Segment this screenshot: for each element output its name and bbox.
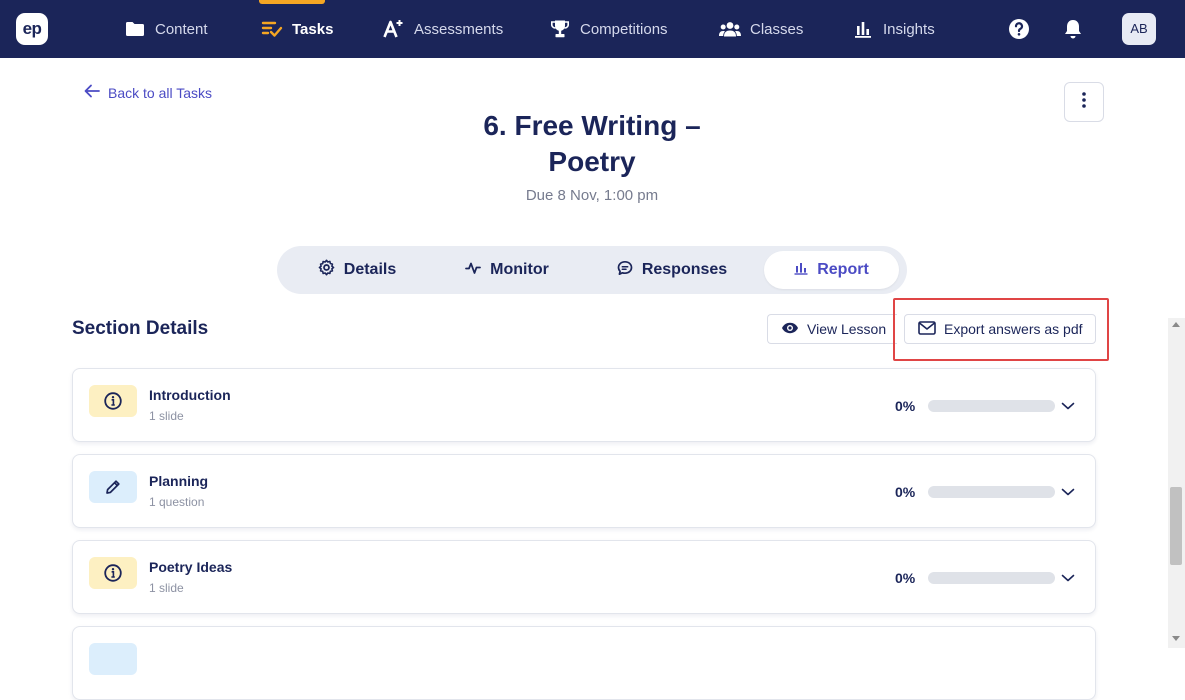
more-vertical-icon	[1082, 91, 1086, 113]
info-icon	[89, 385, 137, 417]
gear-icon	[318, 259, 335, 281]
chevron-down-icon[interactable]	[1059, 397, 1077, 415]
export-pdf-button[interactable]: Export answers as pdf	[904, 314, 1096, 344]
pulse-icon	[465, 261, 482, 280]
section-card-introduction[interactable]: Introduction 1 slide 0%	[72, 368, 1096, 442]
section-title: Section Details	[72, 318, 209, 339]
bell-icon[interactable]	[1060, 16, 1086, 42]
nav-item-insights[interactable]: Insights	[852, 0, 935, 58]
info-icon	[89, 557, 137, 589]
nav-item-label: Classes	[750, 20, 804, 38]
card-percent: 0%	[895, 484, 916, 500]
page-title-line-1: 6. Free Writing –	[483, 110, 701, 141]
nav-item-content[interactable]: Content	[124, 0, 208, 58]
a-plus-icon	[383, 18, 405, 40]
avatar[interactable]: AB	[1122, 13, 1156, 45]
scroll-down-arrow-icon[interactable]	[1172, 636, 1180, 641]
export-pdf-label: Export answers as pdf	[944, 321, 1083, 337]
tab-label: Monitor	[490, 261, 549, 278]
pencil-icon	[89, 471, 137, 503]
tab-monitor[interactable]: Monitor	[447, 251, 567, 289]
view-lesson-label: View Lesson	[807, 321, 887, 337]
top-navigation-bar: ep Content Tasks Assessments Competition…	[0, 0, 1185, 58]
progress-bar	[928, 400, 1055, 412]
nav-item-assessments[interactable]: Assessments	[383, 0, 503, 58]
envelope-icon	[918, 320, 936, 338]
progress-bar	[928, 572, 1055, 584]
nav-item-label: Insights	[883, 20, 935, 38]
nav-item-tasks[interactable]: Tasks	[261, 0, 333, 58]
nav-item-label: Competitions	[580, 20, 668, 38]
section-card-planning[interactable]: Planning 1 question 0%	[72, 454, 1096, 528]
nav-item-classes[interactable]: Classes	[719, 0, 803, 58]
card-percent: 0%	[895, 398, 916, 414]
card-title: Poetry Ideas	[149, 559, 233, 575]
progress-bar	[928, 486, 1055, 498]
nav-item-label: Tasks	[292, 20, 334, 38]
back-to-tasks-link[interactable]: Back to all Tasks	[84, 84, 212, 101]
view-lesson-button[interactable]: View Lesson	[767, 314, 897, 344]
due-date: Due 8 Nov, 1:00 pm	[525, 187, 659, 204]
card-subtitle: 1 question	[149, 495, 205, 509]
page-title: 6. Free Writing – Poetry	[392, 108, 792, 180]
more-options-button[interactable]	[1064, 82, 1104, 122]
card-title: Planning	[149, 473, 209, 489]
chevron-down-icon[interactable]	[1059, 569, 1077, 587]
section-card-poetry-ideas[interactable]: Poetry Ideas 1 slide 0%	[72, 540, 1096, 614]
card-title: Introduction	[149, 387, 231, 403]
page-title-line-2: Poetry	[548, 146, 636, 177]
tab-label: Report	[817, 261, 869, 278]
tasks-icon	[261, 18, 283, 40]
folder-icon	[124, 18, 146, 40]
bar-chart-icon	[794, 261, 808, 280]
nav-item-label: Content	[155, 20, 208, 38]
arrow-left-icon	[84, 84, 100, 101]
tab-responses[interactable]: Responses	[607, 251, 737, 289]
scrollbar-thumb[interactable]	[1170, 487, 1182, 565]
help-icon[interactable]	[1006, 16, 1032, 42]
nav-item-competitions[interactable]: Competitions	[549, 0, 668, 58]
card-subtitle: 1 slide	[149, 409, 184, 423]
section-card-partial[interactable]	[72, 626, 1096, 700]
back-link-label: Back to all Tasks	[108, 84, 213, 101]
bar-chart-icon	[852, 18, 874, 40]
users-icon	[719, 18, 741, 40]
card-percent: 0%	[895, 570, 916, 586]
task-tabs: Details Monitor Responses Report	[277, 246, 907, 294]
tab-label: Responses	[641, 261, 728, 278]
tab-report[interactable]: Report	[764, 251, 899, 289]
trophy-icon	[549, 18, 571, 40]
chat-bubble-icon	[617, 260, 633, 281]
chevron-down-icon[interactable]	[1059, 483, 1077, 501]
scrollbar-track[interactable]	[1168, 318, 1185, 648]
scroll-up-arrow-icon[interactable]	[1172, 322, 1180, 327]
ep-logo[interactable]: ep	[16, 13, 48, 45]
eye-icon	[781, 321, 799, 337]
card-subtitle: 1 slide	[149, 581, 184, 595]
tab-details[interactable]: Details	[297, 251, 417, 289]
nav-item-label: Assessments	[414, 20, 504, 38]
tab-label: Details	[343, 261, 397, 278]
